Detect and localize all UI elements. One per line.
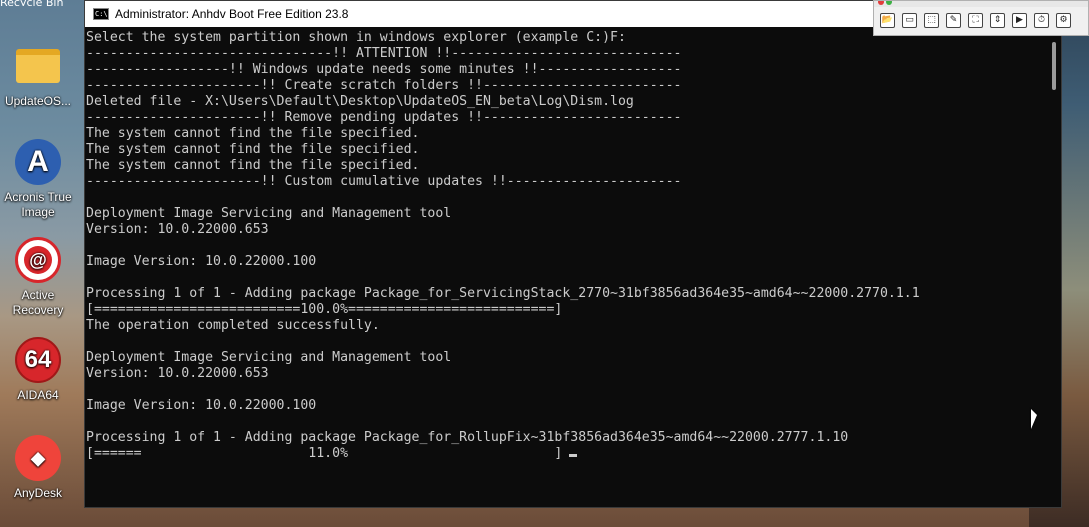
recycle-bin-label: Recycle Bin bbox=[0, 0, 85, 6]
scrollbar-thumb[interactable] bbox=[1052, 42, 1056, 90]
console-line: Version: 10.0.22000.653 bbox=[86, 222, 269, 237]
capture-toolbar-titlebar[interactable] bbox=[874, 1, 1088, 7]
console-line: Image Version: 10.0.22000.100 bbox=[86, 254, 317, 269]
desktop-icon-label: AIDA64 bbox=[17, 388, 59, 402]
console-output[interactable]: Select the system partition shown in win… bbox=[85, 28, 1045, 507]
console-line: ------------------!! Windows update need… bbox=[86, 62, 682, 77]
desktop-icon-aida64[interactable]: 64 AIDA64 bbox=[0, 336, 76, 402]
console-line: [==========================100.0%=======… bbox=[86, 302, 563, 317]
console-line: ----------------------!! Remove pending … bbox=[86, 110, 682, 125]
console-line: Version: 10.0.22000.653 bbox=[86, 366, 269, 381]
capture-toolbar: 📂 ▭ ⬚ ✎ ⛶ ⇕ ▶ ⏱ ⚙ bbox=[873, 0, 1089, 36]
desktop-icon-label: Active Recovery bbox=[12, 288, 64, 317]
console-line: The system cannot find the file specifie… bbox=[86, 158, 420, 173]
desktop-icon-label: AnyDesk bbox=[13, 486, 63, 500]
region-capture-icon[interactable]: ⬚ bbox=[924, 13, 939, 28]
console-window[interactable]: C:\ Administrator: Anhdv Boot Free Editi… bbox=[84, 0, 1062, 508]
console-line: Processing 1 of 1 - Adding package Packa… bbox=[86, 286, 920, 301]
console-line: Deleted file - X:\Users\Default\Desktop\… bbox=[86, 94, 634, 109]
acronis-icon: A bbox=[14, 138, 62, 186]
window-title: Administrator: Anhdv Boot Free Edition 2… bbox=[115, 7, 349, 21]
desktop-icon-anydesk[interactable]: ◆ AnyDesk bbox=[0, 434, 76, 500]
desktop-icon-acronis[interactable]: A Acronis True Image bbox=[0, 138, 76, 220]
cmd-icon: C:\ bbox=[93, 8, 109, 20]
console-line: Processing 1 of 1 - Adding package Packa… bbox=[86, 430, 849, 445]
active-recovery-icon: @ bbox=[14, 236, 62, 284]
aida64-icon: 64 bbox=[14, 336, 62, 384]
vertical-scrollbar[interactable] bbox=[1045, 28, 1061, 507]
fullscreen-capture-icon[interactable]: ⛶ bbox=[968, 13, 983, 28]
text-cursor bbox=[569, 454, 578, 457]
console-line: ----------------------!! Custom cumulati… bbox=[86, 174, 682, 189]
settings-icon[interactable]: ⚙ bbox=[1056, 13, 1071, 28]
freehand-capture-icon[interactable]: ✎ bbox=[946, 13, 961, 28]
window-capture-icon[interactable]: ▭ bbox=[902, 13, 917, 28]
scrolling-capture-icon[interactable]: ⇕ bbox=[990, 13, 1005, 28]
desktop-icon-label: Acronis True Image bbox=[4, 190, 72, 219]
console-line: Image Version: 10.0.22000.100 bbox=[86, 398, 317, 413]
folder-icon bbox=[14, 42, 62, 90]
console-line: Deployment Image Servicing and Managemen… bbox=[86, 350, 452, 365]
console-line: ----------------------!! Create scratch … bbox=[86, 78, 682, 93]
console-line: The operation completed successfully. bbox=[86, 318, 380, 333]
desktop-icon-active-recovery[interactable]: @ Active Recovery bbox=[0, 236, 76, 318]
mouse-cursor-icon bbox=[1031, 409, 1037, 429]
desktop-icon-updateos[interactable]: UpdateOS... bbox=[0, 42, 76, 108]
open-folder-icon[interactable]: 📂 bbox=[880, 13, 895, 28]
console-line: Deployment Image Servicing and Managemen… bbox=[86, 206, 452, 221]
console-line: -------------------------------!! ATTENT… bbox=[86, 46, 682, 61]
console-line: The system cannot find the file specifie… bbox=[86, 126, 420, 141]
video-capture-icon[interactable]: ▶ bbox=[1012, 13, 1027, 28]
timer-icon[interactable]: ⏱ bbox=[1034, 13, 1049, 28]
console-line: [====== 11.0% ] bbox=[86, 446, 1045, 462]
console-line: The system cannot find the file specifie… bbox=[86, 142, 420, 157]
anydesk-icon: ◆ bbox=[14, 434, 62, 482]
desktop-icon-label: UpdateOS... bbox=[4, 94, 72, 108]
